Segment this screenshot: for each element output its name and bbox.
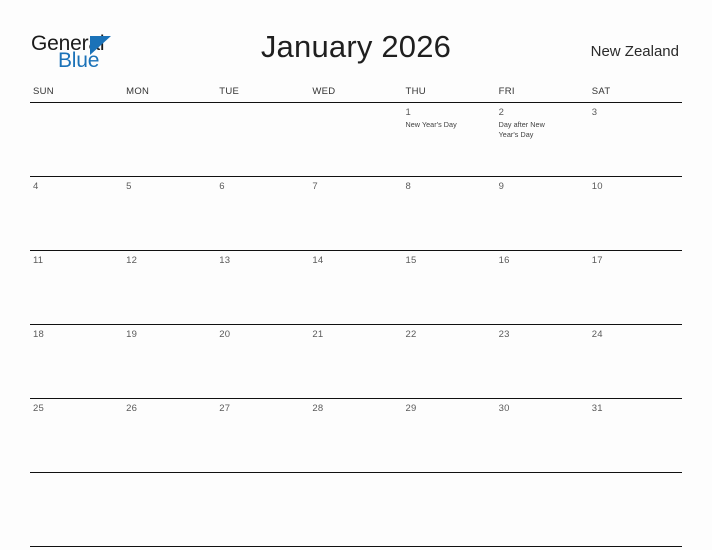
weekday-header-thu: THU	[405, 86, 426, 97]
day-number: 12	[126, 255, 138, 266]
weekday-header-mon: MON	[126, 86, 150, 97]
day-cell[interactable]	[309, 103, 402, 176]
day-number: 27	[219, 403, 231, 414]
day-cell[interactable]: 27	[216, 399, 309, 472]
region-label: New Zealand	[590, 43, 679, 60]
weekday-header-wed: WED	[312, 86, 336, 97]
day-cell[interactable]: 3	[589, 103, 682, 176]
day-number: 20	[219, 329, 231, 340]
day-cell[interactable]: 20	[216, 325, 309, 398]
week-row: 4 5 6 7 8 9 10	[30, 177, 682, 251]
weekday-header-sun: SUN	[33, 86, 54, 97]
week-row	[30, 473, 682, 547]
calendar-page: General Blue January 2026 New Zealand SU…	[0, 0, 712, 550]
day-number: 28	[312, 403, 324, 414]
day-number: 8	[405, 181, 411, 192]
day-number: 22	[405, 329, 417, 340]
day-cell[interactable]	[30, 473, 123, 546]
day-cell[interactable]: 28	[309, 399, 402, 472]
day-number: 23	[498, 329, 510, 340]
day-cell[interactable]	[216, 473, 309, 546]
weekday-header-tue: TUE	[219, 86, 240, 97]
day-cell[interactable]	[309, 473, 402, 546]
day-number: 25	[33, 403, 44, 414]
day-cell[interactable]: 23	[496, 325, 589, 398]
day-number: 31	[591, 403, 603, 414]
day-cell[interactable]: 16	[496, 251, 589, 324]
day-cell[interactable]: 17	[589, 251, 682, 324]
day-cell[interactable]: 21	[309, 325, 402, 398]
weekday-header-sat: SAT	[591, 86, 611, 97]
day-cell[interactable]: 4	[30, 177, 123, 250]
day-number: 26	[126, 403, 138, 414]
day-event: New Year's Day	[405, 120, 457, 129]
day-cell[interactable]	[30, 103, 123, 176]
day-cell[interactable]: 9	[496, 177, 589, 250]
day-number: 4	[33, 181, 39, 192]
week-row: 18 19 20 21 22 23 24	[30, 325, 682, 399]
day-cell[interactable]: 7	[309, 177, 402, 250]
day-number: 10	[591, 181, 603, 192]
day-number: 21	[312, 329, 324, 340]
weekday-header-row: SUN MON TUE WED THU FRI SAT	[30, 86, 682, 103]
week-row: 1 New Year's Day 2 Day after New Year's Da…	[30, 103, 682, 177]
day-number: 30	[498, 403, 510, 414]
day-cell[interactable]	[123, 473, 216, 546]
day-number: 14	[312, 255, 324, 266]
day-cell[interactable]: 25	[30, 399, 123, 472]
day-cell[interactable]: 29	[403, 399, 496, 472]
day-cell[interactable]: 24	[589, 325, 682, 398]
weekday-header-fri: FRI	[498, 86, 515, 97]
day-cell[interactable]: 1 New Year's Day	[403, 103, 496, 176]
day-cell[interactable]: 31	[589, 399, 682, 472]
day-cell[interactable]: 5	[123, 177, 216, 250]
day-cell[interactable]: 8	[403, 177, 496, 250]
day-cell[interactable]	[589, 473, 682, 546]
day-cell[interactable]	[496, 473, 589, 546]
day-number: 5	[126, 181, 132, 192]
day-number: 2	[498, 107, 505, 118]
day-number: 15	[405, 255, 417, 266]
day-cell[interactable]: 11	[30, 251, 123, 324]
week-row: 11 12 13 14 15 16 17	[30, 251, 682, 325]
day-number: 3	[591, 107, 598, 118]
day-cell[interactable]: 30	[496, 399, 589, 472]
calendar-grid: SUN MON TUE WED THU FRI SAT 1 New Year's …	[30, 86, 682, 547]
day-cell[interactable]: 19	[123, 325, 216, 398]
day-number: 7	[312, 181, 318, 192]
day-number: 16	[498, 255, 510, 266]
day-cell[interactable]	[216, 103, 309, 176]
day-cell[interactable]: 14	[309, 251, 402, 324]
day-cell[interactable]: 22	[403, 325, 496, 398]
day-number: 11	[33, 255, 44, 266]
day-number: 9	[498, 181, 505, 192]
day-cell[interactable]: 12	[123, 251, 216, 324]
day-number: 1	[405, 107, 411, 118]
week-row: 25 26 27 28 29 30 31	[30, 399, 682, 473]
day-number: 29	[405, 403, 417, 414]
day-cell[interactable]: 2 Day after New Year's Day	[496, 103, 589, 176]
day-cell[interactable]: 10	[589, 177, 682, 250]
day-cell[interactable]: 26	[123, 399, 216, 472]
day-event: Day after New Year's Day	[498, 120, 545, 139]
day-number: 18	[33, 329, 44, 340]
day-number: 6	[219, 181, 225, 192]
day-cell[interactable]: 18	[30, 325, 123, 398]
page-header: General Blue January 2026 New Zealand	[0, 0, 712, 84]
day-cell[interactable]: 13	[216, 251, 309, 324]
day-number: 19	[126, 329, 138, 340]
day-cell[interactable]	[403, 473, 496, 546]
day-number: 24	[591, 329, 603, 340]
day-cell[interactable]: 15	[403, 251, 496, 324]
day-cell[interactable]: 6	[216, 177, 309, 250]
day-cell[interactable]	[123, 103, 216, 176]
day-number: 13	[219, 255, 231, 266]
day-number: 17	[591, 255, 603, 266]
